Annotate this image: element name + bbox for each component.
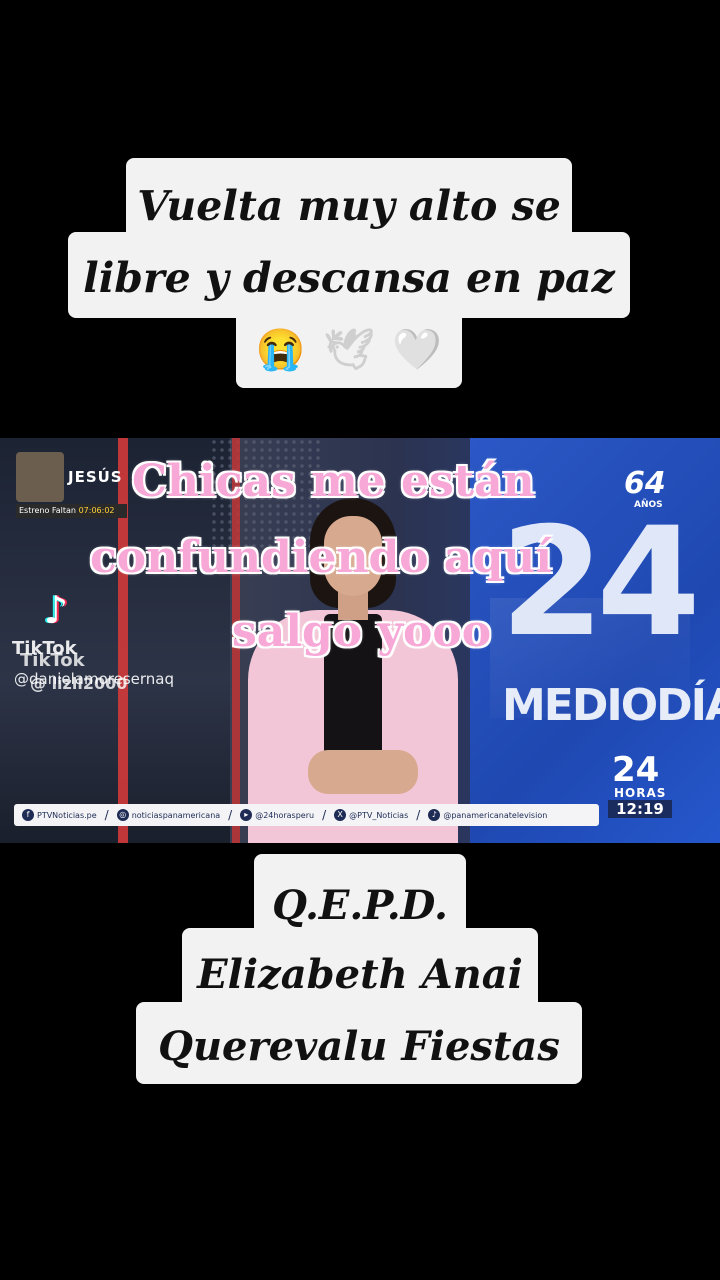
instagram-handle-text: noticiaspanamericana [131, 810, 221, 820]
tiktok-username-2: @ lizll2000 [30, 674, 128, 693]
overlay-text-line-1: Chicas me están [132, 456, 535, 507]
premiere-countdown: Estreno Faltan 07:06:02 [16, 504, 127, 518]
facebook-handle: f PTVNoticias.pe [22, 809, 97, 821]
overlay-text-line-2: confundiendo aquí [90, 532, 552, 583]
crying-face-emoji: 😭 [255, 326, 306, 373]
caption-top-line-2: libre y descansa en paz [68, 232, 630, 318]
24-horas-logo: 24 [500, 496, 701, 670]
caption-bottom-line-1: Q.E.P.D. [254, 854, 466, 938]
tiktok-handle: ♪ @panamericanatelevision [428, 809, 547, 821]
overlay-text-line-3: salgo yooo [232, 606, 492, 657]
news-video-frame: JESÚS Estreno Faltan 07:06:02 ♪ TikTok T… [0, 438, 720, 843]
divider: / [228, 808, 233, 822]
white-heart-emoji: 🤍 [392, 326, 443, 373]
caption-bottom-line-2: Elizabeth Anai [182, 928, 538, 1012]
tiktok-watermark-word-2: TikTok [20, 650, 85, 671]
instagram-handle: ◎ noticiaspanamericana [116, 809, 221, 821]
broadcast-clock: 12:19 [608, 800, 672, 818]
social-handles-bar: f PTVNoticias.pe / ◎ noticiaspanamerican… [14, 804, 599, 826]
divider: / [322, 808, 327, 822]
dove-emoji: 🕊 [323, 326, 375, 373]
facebook-icon: f [22, 809, 34, 821]
channel-avatar [16, 452, 64, 502]
caption-top-line-1: Vuelta muy alto se [126, 158, 572, 242]
presenter-hands [308, 750, 418, 794]
tiktok-logo-icon: ♪ [43, 588, 69, 632]
corner-horas-label: HORAS [614, 786, 667, 800]
youtube-icon: ▸ [240, 809, 253, 821]
caption-bottom-line-3: Querevalu Fiestas [136, 1002, 582, 1084]
corner-24-logo: 24 [612, 750, 660, 790]
caption-emoji-line: 😭 🕊 🤍 [236, 310, 462, 388]
instagram-icon: ◎ [116, 809, 129, 821]
youtube-handle: ▸ @24horasperu [240, 809, 314, 821]
facebook-handle-text: PTVNoticias.pe [37, 810, 97, 820]
youtube-handle-text: @24horasperu [255, 810, 315, 820]
divider: / [104, 808, 109, 822]
tiktok-handle-text: @panamericanatelevision [443, 810, 548, 820]
channel-name: JESÚS [68, 468, 123, 486]
mediodia-label: MEDIODÍA [502, 680, 720, 731]
red-stripe [118, 438, 128, 843]
tiktok-icon: ♪ [428, 809, 441, 821]
x-handle-text: @PTV_Noticias [349, 810, 409, 820]
x-icon: X [334, 809, 347, 821]
premiere-label: Estreno Faltan [19, 506, 77, 515]
x-handle: X @PTV_Noticias [334, 809, 408, 821]
premiere-time: 07:06:02 [78, 506, 115, 515]
divider: / [416, 808, 421, 822]
